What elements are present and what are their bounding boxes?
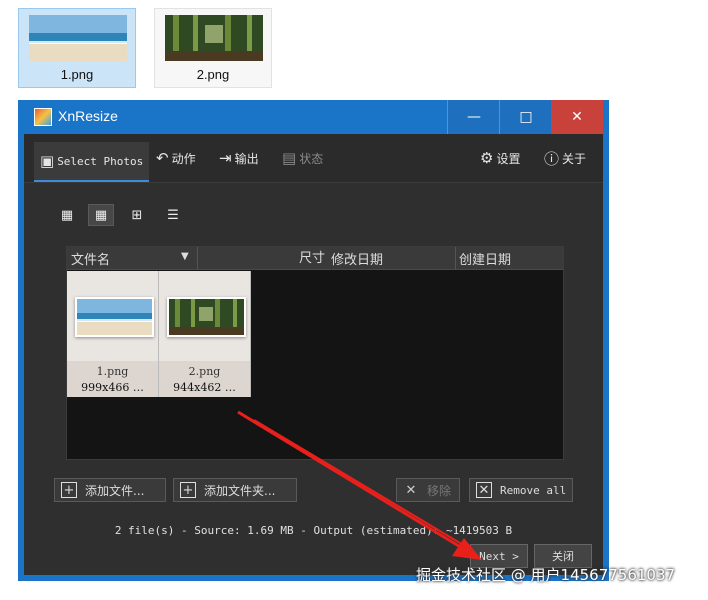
desktop-file-label: 2.png: [196, 67, 230, 82]
desktop-file-label: 1.png: [60, 67, 94, 82]
window-title: XnResize: [58, 108, 118, 124]
add-files-button[interactable]: + 添加文件...: [54, 478, 166, 502]
settings-button[interactable]: ⚙ 设置: [480, 146, 520, 170]
sort-chevron-down-icon[interactable]: ▼: [181, 251, 189, 262]
about-label: 关于: [562, 151, 587, 166]
x-box-icon: ✕: [476, 482, 492, 498]
remove-label: 移除: [427, 483, 452, 498]
add-files-label: 添加文件...: [85, 483, 145, 498]
view-small-grid-button[interactable]: ▦: [54, 204, 80, 226]
tab-select-photos-label: Select Photos: [57, 154, 144, 168]
column-modified[interactable]: 修改日期: [331, 249, 383, 268]
add-folder-label: 添加文件夹...: [204, 483, 276, 498]
tab-select-photos[interactable]: ▣ Select Photos: [34, 142, 150, 182]
list-header: 文件名 ▼ 尺寸 修改日期 创建日期: [67, 247, 563, 270]
x-icon: ✕: [405, 482, 417, 498]
gear-icon: ⚙: [480, 149, 494, 167]
column-filename[interactable]: 文件名: [71, 249, 110, 268]
column-size[interactable]: 尺寸: [299, 247, 325, 266]
list-item[interactable]: 2.png 944x462 …: [159, 271, 251, 397]
tab-status[interactable]: ▤ 状态: [282, 146, 323, 170]
list-item-size: 999x466 …: [81, 381, 144, 394]
list-item-size: 944x462 …: [173, 381, 236, 394]
tab-output[interactable]: ⇥ 输出: [219, 146, 259, 170]
column-divider: [197, 247, 198, 269]
list-item-name: 2.png: [188, 365, 221, 378]
tab-output-label: 输出: [234, 151, 259, 166]
plus-icon: +: [180, 482, 196, 498]
view-medium-grid-button[interactable]: ▦: [88, 204, 114, 226]
remove-all-button[interactable]: ✕ Remove all: [469, 478, 573, 502]
file-list-panel[interactable]: 文件名 ▼ 尺寸 修改日期 创建日期 1.png 999x466 … 2.png…: [66, 246, 564, 460]
tab-actions-label: 动作: [171, 151, 196, 166]
about-button[interactable]: ⓘ 关于: [544, 146, 586, 170]
minimize-button[interactable]: —: [447, 100, 500, 134]
view-large-grid-button[interactable]: ⊞: [124, 204, 150, 226]
app-icon: [34, 108, 52, 126]
bamboo-thumbnail: [167, 297, 246, 337]
xnresize-window: XnResize — □ ✕ ▣ Select Photos ↶ 动作 ⇥ 输出…: [18, 100, 609, 581]
list-item-name: 1.png: [96, 365, 129, 378]
desktop-file-1[interactable]: 1.png: [18, 8, 136, 88]
client-area: ▣ Select Photos ↶ 动作 ⇥ 输出 ▤ 状态 ⚙ 设置 ⓘ 关于: [24, 134, 603, 575]
watermark: 掘金技术社区 @ 用户145677561037: [416, 566, 676, 584]
photos-icon: ▣: [40, 152, 55, 170]
maximize-button[interactable]: □: [499, 100, 552, 134]
info-icon: ⓘ: [544, 149, 560, 168]
plus-icon: +: [61, 482, 77, 498]
desktop-file-2[interactable]: 2.png: [154, 8, 272, 88]
clipboard-icon: ▤: [282, 149, 297, 167]
status-line: 2 file(s) - Source: 1.69 MB - Output (es…: [114, 524, 513, 537]
close-window-button[interactable]: ✕: [551, 100, 603, 134]
settings-label: 设置: [496, 151, 521, 166]
undo-arrow-icon: ↶: [156, 149, 169, 167]
output-icon: ⇥: [219, 149, 232, 167]
tab-actions[interactable]: ↶ 动作: [156, 146, 196, 170]
add-folder-button[interactable]: + 添加文件夹...: [173, 478, 297, 502]
column-divider: [455, 247, 456, 269]
beach-thumbnail: [75, 297, 154, 337]
beach-thumbnail: [29, 15, 127, 61]
list-item[interactable]: 1.png 999x466 …: [67, 271, 159, 397]
view-list-button[interactable]: ☰: [160, 204, 186, 226]
remove-all-label: Remove all: [500, 483, 567, 497]
remove-button[interactable]: ✕ 移除: [396, 478, 460, 502]
bamboo-thumbnail: [165, 15, 263, 61]
tab-status-label: 状态: [299, 151, 324, 166]
column-created[interactable]: 创建日期: [459, 249, 511, 268]
toolbar: ▣ Select Photos ↶ 动作 ⇥ 输出 ▤ 状态 ⚙ 设置 ⓘ 关于: [24, 134, 603, 183]
title-bar[interactable]: XnResize — □ ✕: [18, 100, 609, 134]
